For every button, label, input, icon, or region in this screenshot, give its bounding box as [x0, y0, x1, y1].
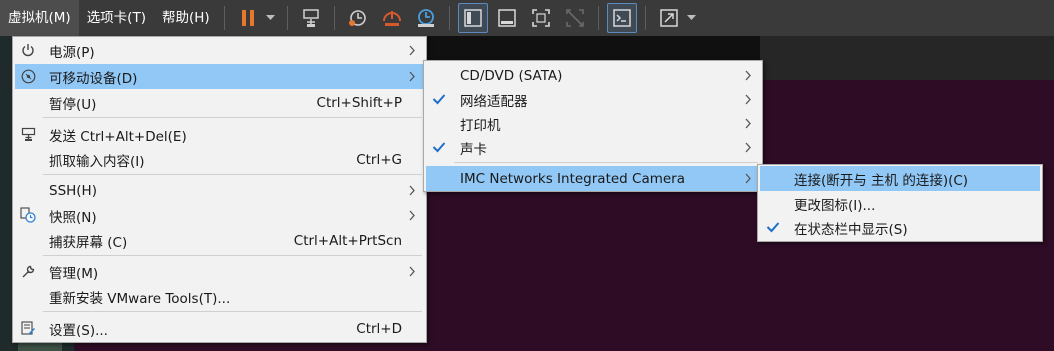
toolbar-separator — [333, 6, 335, 30]
toolbar-separator — [597, 6, 599, 30]
menu-item-shortcut: Ctrl+Alt+PrtScn — [293, 232, 402, 249]
menu-item-power[interactable]: 电源(P) — [15, 38, 424, 63]
menu-item-label: 发送 Ctrl+Alt+Del(E) — [49, 128, 187, 145]
menu-item-settings[interactable]: 设置(S)... Ctrl+D — [15, 316, 424, 341]
menu-item-ssh[interactable]: SSH(H) — [15, 178, 424, 203]
submenu-arrow-icon — [409, 71, 415, 82]
show-library-icon[interactable] — [457, 3, 488, 33]
snapshot-icon — [19, 206, 37, 224]
toolbar-separator — [223, 6, 225, 30]
menu-item-label: 声卡 — [460, 141, 487, 158]
submenu-item-integrated-camera[interactable]: IMC Networks Integrated Camera — [426, 166, 760, 191]
menu-divider — [454, 162, 758, 163]
toolbar-separator — [286, 6, 288, 30]
menu-item-label: IMC Networks Integrated Camera — [460, 170, 686, 187]
menu-item-capture-screen[interactable]: 捕获屏幕 (C) Ctrl+Alt+PrtScn — [15, 228, 424, 253]
stretch-guest-icon[interactable] — [654, 3, 684, 33]
menu-item-label: 暂停(U) — [49, 96, 97, 113]
console-view-icon[interactable] — [606, 3, 637, 33]
checkmark-icon — [430, 138, 448, 156]
menu-item-label: 打印机 — [460, 117, 501, 134]
full-screen-icon[interactable] — [526, 3, 556, 33]
menu-help[interactable]: 帮助(H) — [154, 0, 218, 36]
menu-item-label: 在状态栏中显示(S) — [794, 221, 908, 238]
menu-item-shortcut: Ctrl+Shift+P — [316, 94, 402, 111]
send-keys-icon — [19, 125, 37, 143]
removable-devices-icon — [19, 67, 37, 85]
submenu-arrow-icon — [745, 118, 751, 129]
menu-item-label: 更改图标(I)... — [794, 197, 876, 214]
menu-divider — [43, 255, 422, 256]
guest-top-bar-right — [760, 36, 1054, 80]
menu-item-manage[interactable]: 管理(M) — [15, 259, 424, 284]
menu-item-label: SSH(H) — [49, 182, 97, 199]
power-icon — [19, 41, 37, 59]
menu-item-snapshot[interactable]: 快照(N) — [15, 203, 424, 228]
settings-icon — [19, 319, 37, 337]
menu-item-shortcut: Ctrl+D — [356, 320, 402, 337]
vmware-toolbar: 虚拟机(M) 选项卡(T) 帮助(H) — [0, 0, 1054, 36]
menu-item-label: 抓取输入内容(I) — [49, 153, 145, 170]
submenu-arrow-icon — [745, 94, 751, 105]
submenu-item-network-adapter[interactable]: 网络适配器 — [426, 87, 760, 112]
unity-icon — [560, 3, 590, 33]
snapshot-manager-icon[interactable] — [411, 3, 441, 33]
menu-item-reinstall-vmware-tools[interactable]: 重新安装 VMware Tools(T)... — [15, 284, 424, 309]
camera-submenu: 连接(断开与 主机 的连接)(C) 更改图标(I)... 在状态栏中显示(S) — [757, 164, 1043, 242]
menu-item-label: CD/DVD (SATA) — [460, 67, 563, 84]
stretch-dropdown-caret-icon[interactable] — [686, 15, 698, 21]
snapshot-icon[interactable] — [343, 3, 373, 33]
removable-devices-submenu: CD/DVD (SATA) 网络适配器 打印机 声卡 IMC Networks … — [423, 60, 763, 192]
submenu-item-cd-dvd[interactable]: CD/DVD (SATA) — [426, 63, 760, 88]
menu-item-label: 捕获屏幕 (C) — [49, 234, 128, 251]
menu-divider — [43, 174, 422, 175]
menu-item-pause[interactable]: 暂停(U) Ctrl+Shift+P — [15, 90, 424, 115]
toolbar-separator — [644, 6, 646, 30]
menu-item-label: 电源(P) — [49, 44, 95, 61]
menu-divider — [43, 117, 422, 118]
menu-item-label: 重新安装 VMware Tools(T)... — [49, 290, 231, 307]
submenu-arrow-icon — [745, 173, 751, 184]
menu-item-label: 快照(N) — [49, 209, 97, 226]
submenu-arrow-icon — [745, 142, 751, 153]
submenu-item-connect[interactable]: 连接(断开与 主机 的连接)(C) — [760, 166, 1040, 191]
menu-item-removable-devices[interactable]: 可移动设备(D) — [15, 64, 424, 89]
checkmark-icon — [430, 90, 448, 108]
submenu-item-sound-card[interactable]: 声卡 — [426, 135, 760, 160]
toolbar-separator — [448, 6, 450, 30]
submenu-arrow-icon — [409, 45, 415, 56]
pause-icon[interactable] — [233, 3, 263, 33]
menu-item-shortcut: Ctrl+G — [356, 151, 402, 168]
menu-divider — [43, 311, 422, 312]
submenu-item-change-icon[interactable]: 更改图标(I)... — [760, 191, 1040, 216]
send-ctrl-alt-del-icon[interactable] — [296, 3, 326, 33]
vm-menu: 电源(P) 可移动设备(D) 暂停(U) Ctrl+Shift+P 发送 Ctr… — [12, 36, 427, 343]
submenu-arrow-icon — [409, 210, 415, 221]
checkmark-icon — [764, 218, 782, 236]
submenu-arrow-icon — [409, 185, 415, 196]
thumbnail-bar-icon[interactable] — [492, 3, 522, 33]
submenu-arrow-icon — [409, 266, 415, 277]
wrench-icon — [19, 262, 37, 280]
menu-item-grab-input[interactable]: 抓取输入内容(I) Ctrl+G — [15, 147, 424, 172]
revert-snapshot-icon[interactable] — [377, 3, 407, 33]
submenu-item-show-in-status-bar[interactable]: 在状态栏中显示(S) — [760, 215, 1040, 240]
menu-item-label: 网络适配器 — [460, 93, 528, 110]
menu-vm[interactable]: 虚拟机(M) — [0, 0, 79, 36]
menu-item-label: 可移动设备(D) — [49, 70, 138, 87]
submenu-item-printer[interactable]: 打印机 — [426, 111, 760, 136]
submenu-arrow-icon — [745, 70, 751, 81]
menu-item-label: 设置(S)... — [49, 322, 108, 339]
menu-tabs[interactable]: 选项卡(T) — [79, 0, 154, 36]
menu-item-label: 连接(断开与 主机 的连接)(C) — [794, 172, 969, 189]
menu-item-send-ctrl-alt-del[interactable]: 发送 Ctrl+Alt+Del(E) — [15, 122, 424, 147]
power-dropdown-caret-icon[interactable] — [265, 15, 277, 21]
menu-item-label: 管理(M) — [49, 265, 99, 282]
